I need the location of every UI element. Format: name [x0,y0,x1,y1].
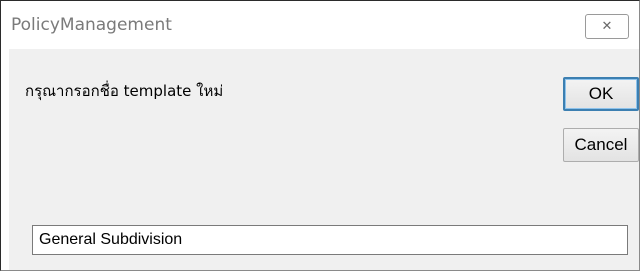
title-bar[interactable]: PolicyManagement ✕ [1,1,639,49]
ok-button-label: OK [588,84,614,103]
cancel-button-label: Cancel [574,135,628,154]
prompt-label: กรุณากรอกชื่อ template ใหม่ [25,82,224,100]
close-icon: ✕ [601,19,613,34]
template-name-input[interactable] [32,225,628,255]
dialog-window: PolicyManagement ✕ กรุณากรอกชื่อ templat… [0,0,640,271]
ok-button[interactable]: OK [563,77,639,111]
window-edge [1,49,9,270]
close-button[interactable]: ✕ [585,14,629,39]
cancel-button[interactable]: Cancel [563,128,639,162]
window-title: PolicyManagement [11,15,172,35]
